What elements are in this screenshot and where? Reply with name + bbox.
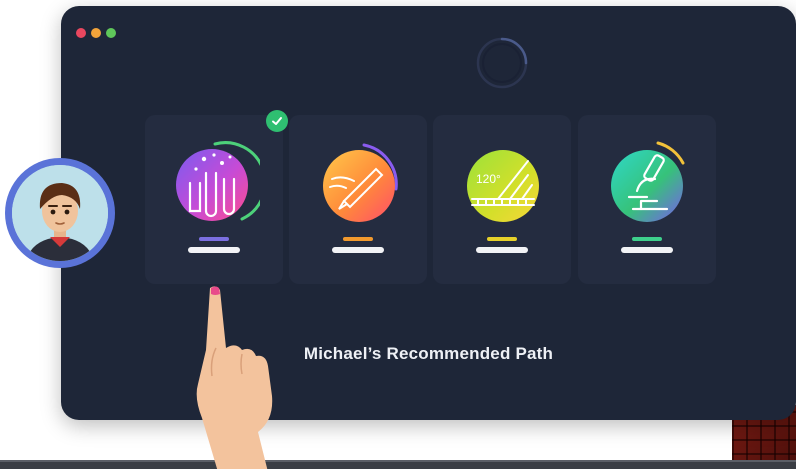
accent-bar-math	[487, 237, 517, 241]
card-title-placeholder-biology	[621, 247, 673, 253]
path-card-science[interactable]	[145, 115, 283, 284]
close-window-button[interactable]	[76, 28, 86, 38]
student-portrait-icon	[12, 165, 108, 261]
path-card-writing[interactable]	[289, 115, 427, 284]
recommended-path-title: Michael’s Recommended Path	[303, 344, 554, 363]
microscope-icon	[611, 141, 685, 222]
accent-bar-science	[199, 237, 229, 241]
card-title-placeholder-math	[476, 247, 528, 253]
minimize-window-button[interactable]	[91, 28, 101, 38]
app-window: 120° Michael’s Recommended Path	[61, 6, 796, 420]
pen-icon	[323, 143, 398, 222]
protractor-icon: 120°	[467, 150, 539, 222]
test-tubes-icon	[176, 141, 260, 221]
checkmark-icon	[272, 117, 282, 125]
accent-bar-writing	[343, 237, 373, 241]
loading-spinner-icon	[476, 37, 528, 89]
completed-check-badge	[266, 110, 288, 132]
card-title-placeholder-writing	[332, 247, 384, 253]
window-controls	[76, 28, 116, 38]
pointing-hand-icon	[196, 286, 273, 469]
student-avatar	[5, 158, 115, 268]
accent-bar-biology	[632, 237, 662, 241]
path-card-biology[interactable]	[578, 115, 716, 284]
maximize-window-button[interactable]	[106, 28, 116, 38]
background-desk-edge	[0, 460, 796, 469]
card-title-placeholder-science	[188, 247, 240, 253]
protractor-angle-text: 120°	[476, 172, 501, 186]
path-card-math[interactable]: 120°	[433, 115, 571, 284]
